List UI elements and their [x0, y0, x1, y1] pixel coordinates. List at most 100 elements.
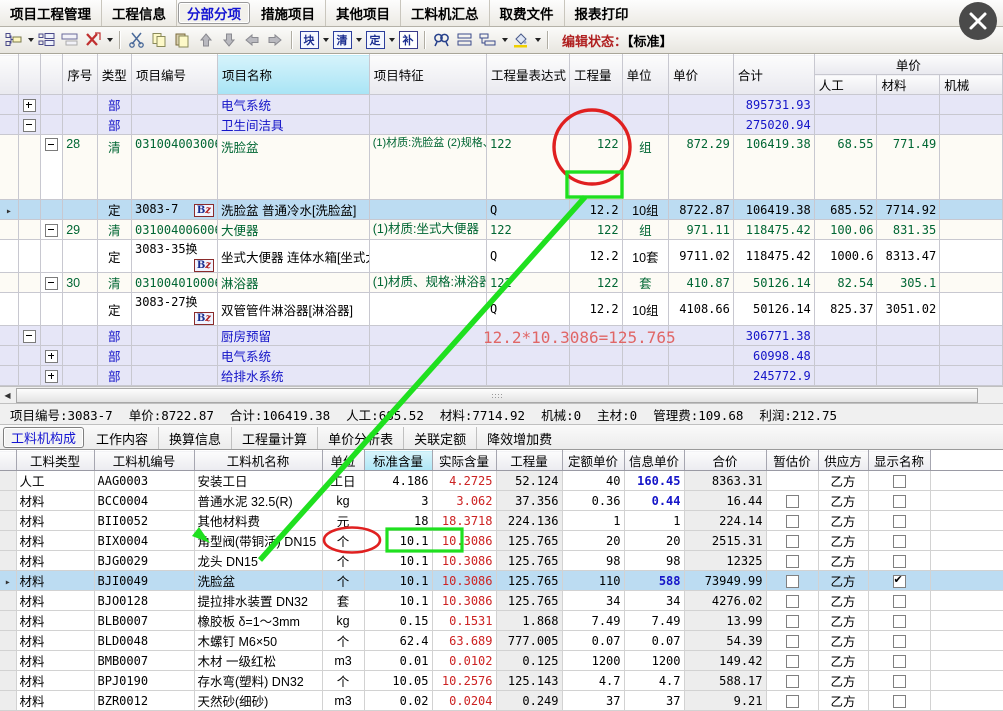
mcell-estimate[interactable] [766, 470, 819, 491]
mcell-quota-price[interactable]: 4.7 [562, 670, 625, 691]
cell-expr[interactable] [486, 325, 570, 346]
cell-code[interactable]: 3083-35换 Bz [131, 239, 218, 273]
cell-qty[interactable]: 12.2 [569, 292, 623, 326]
mcell-show-name[interactable] [868, 510, 931, 531]
cell-name[interactable]: 电气系统 [217, 94, 370, 115]
cell-material[interactable]: 305.1 [876, 272, 941, 293]
mcell-sum[interactable]: 588.17 [684, 670, 767, 691]
ding-icon[interactable]: 定 [364, 29, 386, 51]
mcell-code[interactable]: BLD0048 [94, 630, 195, 651]
cell-expr[interactable] [486, 345, 570, 366]
move-left-icon[interactable] [241, 29, 263, 51]
material-row[interactable]: 材料 BIX0004 角型阀(带铜活) DN15 个 10.1 10.3086 125.76… [0, 530, 1003, 551]
mcell-sum[interactable]: 9.21 [684, 690, 767, 711]
cell-total[interactable]: 118475.42 [733, 219, 815, 240]
mcell-type[interactable]: 材料 [16, 610, 95, 631]
estimate-checkbox[interactable] [785, 514, 799, 528]
col-header-feature[interactable]: 项目特征 [369, 54, 488, 95]
cell-qty[interactable]: 12.2 [569, 199, 623, 220]
delete-row-icon[interactable] [82, 29, 104, 51]
mcell-unit[interactable]: 个 [322, 670, 365, 691]
mcell-qty[interactable]: 125.765 [496, 530, 563, 551]
row-gutter[interactable] [0, 325, 19, 346]
expand-dropdown-icon[interactable] [500, 29, 509, 51]
cut-icon[interactable] [126, 29, 148, 51]
cell-price[interactable] [668, 325, 734, 346]
cell-name[interactable]: 坐式大便器 连体水箱[坐式大便器] [217, 239, 370, 273]
cell-code[interactable] [131, 345, 218, 366]
estimate-checkbox[interactable] [785, 694, 799, 708]
row-gutter[interactable] [0, 114, 19, 135]
mcell-sum[interactable]: 73949.99 [684, 570, 767, 591]
mcol-sum[interactable]: 合价 [684, 450, 767, 471]
row-gutter[interactable] [0, 219, 19, 240]
mcell-info-price[interactable]: 1200 [624, 650, 685, 671]
cell-price[interactable]: 410.87 [668, 272, 734, 293]
cell-expr[interactable]: 122 [486, 219, 570, 240]
show-name-checkbox[interactable] [892, 573, 906, 588]
mcell-unit[interactable]: m3 [322, 650, 365, 671]
boq-horizontal-scrollbar[interactable]: ◀ [0, 386, 1003, 404]
cell-feature[interactable] [369, 199, 488, 220]
mcell-supplier[interactable]: 乙方 [818, 650, 869, 671]
mcell-std[interactable]: 0.02 [364, 690, 433, 711]
estimate-checkbox[interactable] [785, 674, 799, 688]
mcell-show-name[interactable] [868, 690, 931, 711]
show-name-checkbox[interactable] [892, 694, 906, 708]
move-down-icon[interactable] [218, 29, 240, 51]
mcell-actual[interactable]: 0.0102 [432, 650, 497, 671]
col-header-machine[interactable]: 机械 [939, 74, 1003, 95]
mcell-supplier[interactable]: 乙方 [818, 690, 869, 711]
tree-expander-minus[interactable] [22, 329, 36, 343]
mcell-actual[interactable]: 0.0204 [432, 690, 497, 711]
mcell-estimate[interactable] [766, 610, 819, 631]
cell-labor[interactable] [814, 365, 878, 386]
col-header-code[interactable]: 项目编号 [131, 54, 218, 95]
cell-unit[interactable]: 10套 [622, 239, 670, 273]
material-row[interactable]: 人工 AAG0003 安装工日 工日 4.186 4.2725 52.124 40 160.45… [0, 470, 1003, 491]
mcell-show-name[interactable] [868, 630, 931, 651]
boq-row[interactable]: 部 厨房预留 306771.38 [0, 325, 1003, 346]
cell-unit[interactable]: 10组 [622, 199, 670, 220]
col-header-unit[interactable]: 单位 [622, 54, 670, 95]
cell-code[interactable] [131, 325, 218, 346]
mcell-actual[interactable]: 4.2725 [432, 470, 497, 491]
cell-unit[interactable] [622, 365, 670, 386]
mcell-unit[interactable]: 工日 [322, 470, 365, 491]
show-name-checkbox[interactable] [892, 654, 906, 668]
menu-item-6[interactable]: 取费文件 [490, 0, 565, 26]
tree-expander-plus[interactable] [45, 349, 59, 363]
cell-labor[interactable]: 82.54 [814, 272, 878, 293]
tree-expander-minus[interactable] [45, 138, 59, 151]
mcell-name[interactable]: 普通水泥 32.5(R) [194, 490, 323, 511]
tab-conversion-info[interactable]: 换算信息 [159, 427, 233, 449]
material-row[interactable]: 材料 BZR0012 天然砂(细砂) m3 0.02 0.0204 0.249 37 37 9.2… [0, 690, 1003, 711]
cell-price[interactable]: 4108.66 [668, 292, 734, 326]
mcell-type[interactable]: 材料 [16, 630, 95, 651]
cell-feature[interactable] [369, 94, 488, 115]
mcell-unit[interactable]: 套 [322, 590, 365, 611]
cell-total[interactable]: 118475.42 [733, 239, 815, 273]
cell-seq[interactable] [62, 114, 98, 135]
mcell-unit[interactable]: kg [322, 610, 365, 631]
col-header-labor[interactable]: 人工 [814, 74, 878, 95]
tab-related-quota[interactable]: 关联定额 [404, 427, 478, 449]
qing-dropdown-icon[interactable] [354, 29, 363, 51]
tree-expander-minus[interactable] [22, 118, 36, 132]
fill-color-dropdown-icon[interactable] [533, 29, 542, 51]
mcell-unit[interactable]: 个 [322, 530, 365, 551]
cell-expr[interactable] [486, 94, 570, 115]
insert-row-dropdown-icon[interactable] [26, 29, 35, 51]
find-icon[interactable] [431, 29, 453, 51]
material-row[interactable]: 材料 BII0052 其他材料费元 18 18.3718 224.136 1 1 224.14 乙… [0, 510, 1003, 531]
mcell-sum[interactable]: 54.39 [684, 630, 767, 651]
material-row-gutter[interactable] [0, 670, 17, 691]
mcell-type[interactable]: 材料 [16, 490, 95, 511]
mcell-info-price[interactable]: 37 [624, 690, 685, 711]
mcell-quota-price[interactable]: 7.49 [562, 610, 625, 631]
mcol-unit[interactable]: 单位 [322, 450, 365, 471]
tab-work-content[interactable]: 工作内容 [86, 427, 160, 449]
mcell-sum[interactable]: 224.14 [684, 510, 767, 531]
mcell-code[interactable]: BCC0004 [94, 490, 195, 511]
cell-type[interactable]: 清 [97, 219, 132, 240]
